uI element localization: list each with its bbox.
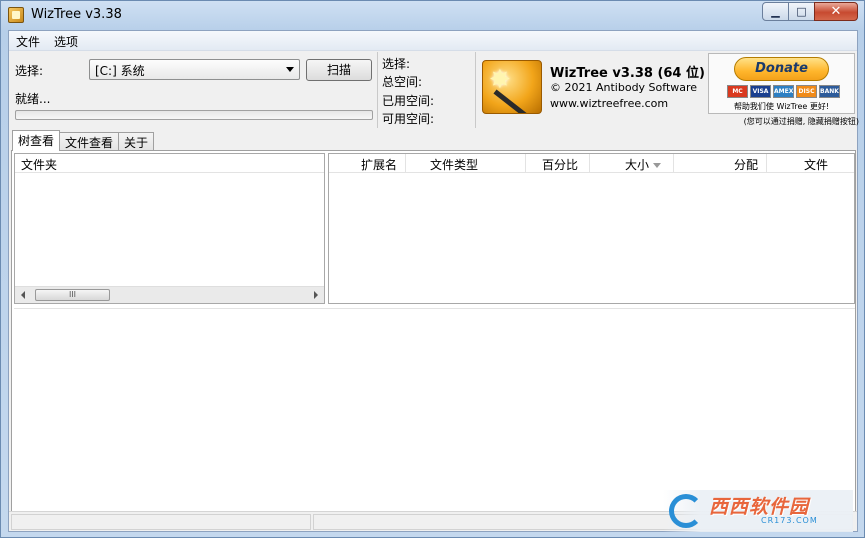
scan-button[interactable]: 扫描 [306,59,372,81]
column-folder[interactable]: 文件夹 [21,156,57,173]
donate-note: (您可以通过捐赠, 隐藏捐赠按钮) [743,117,859,126]
tab-tree-view[interactable]: 树查看 [12,130,61,151]
amex-icon: AMEX [773,85,794,98]
about-url[interactable]: www.wiztreefree.com [550,97,668,110]
divider [475,52,476,128]
info-free-label: 可用空间: [382,112,435,126]
caption-buttons: ▁ □ ✕ [762,2,858,21]
divider [377,52,378,128]
extension-list-header: 扩展名 文件类型 百分比 大小 分配 文件 [329,154,854,173]
column-file-type[interactable]: 文件类型 [430,156,478,173]
sort-descending-icon [653,163,662,168]
status-text: 就绪... [15,92,51,106]
column-divider[interactable] [589,154,590,173]
info-total-label: 总空间: [382,75,423,89]
folder-tree[interactable]: 文件夹 III [14,153,325,304]
visa-icon: VISA [750,85,771,98]
watermark: 西西软件园 CR173.COM [663,490,853,532]
column-divider[interactable] [673,154,674,173]
info-selected-label: 选择: [382,57,411,71]
minimize-button[interactable]: ▁ [762,2,789,21]
maximize-button[interactable]: □ [788,2,815,21]
donate-help-text: 帮助我们使 WizTree 更好! [733,102,830,111]
scroll-left-icon[interactable] [21,291,25,299]
column-divider[interactable] [766,154,767,173]
scroll-right-icon[interactable] [314,291,318,299]
close-button[interactable]: ✕ [814,2,858,21]
menu-file[interactable]: 文件 [16,33,40,50]
watermark-logo-icon [669,494,703,528]
tab-strip: 树查看 文件查看 关于 [12,130,155,151]
drive-select[interactable]: [C:] 系统 [89,59,300,80]
chevron-down-icon [286,67,294,72]
drive-select-value: [C:] 系统 [95,64,145,78]
scan-progress-bar [15,110,373,120]
column-divider[interactable] [525,154,526,173]
scroll-thumb[interactable]: III [35,289,110,301]
info-used-label: 已用空间: [382,94,435,108]
about-copyright: © 2021 Antibody Software [550,81,698,94]
column-percent[interactable]: 百分比 [542,156,578,173]
donate-button[interactable]: Donate [734,57,829,81]
window-title: WizTree v3.38 [31,7,122,22]
top-panel: 选择: [C:] 系统 扫描 就绪... 选择: 总空间: 已用空间: 可用空间… [9,52,859,128]
donate-panel: Donate MC VISA AMEX DISC BANK 帮助我们使 WizT… [708,53,855,114]
column-size-label: 大小 [625,158,650,172]
folder-tree-header: 文件夹 [15,154,324,173]
tab-file-view[interactable]: 文件查看 [59,132,120,151]
tree-view-panel: 文件夹 III 扩展名 文件类型 百分比 大小 分配 文件 [11,150,856,531]
drive-select-label: 选择: [15,64,44,78]
client-area: 文件 选项 选择: [C:] 系统 扫描 就绪... 选择: 总空间: 已用空间… [8,30,859,532]
discover-icon: DISC [796,85,817,98]
title-bar[interactable]: WizTree v3.38 ▁ □ ✕ [1,1,864,29]
column-size[interactable]: 大小 [625,156,662,173]
menu-bar: 文件 选项 [9,31,857,51]
column-allocated[interactable]: 分配 [734,156,758,173]
column-files[interactable]: 文件 [804,156,828,173]
watermark-brand: 西西软件园 [709,496,810,518]
payment-cards: MC VISA AMEX DISC BANK [727,85,840,98]
column-divider[interactable] [405,154,406,173]
wiztree-logo-icon: ✸ [482,60,542,114]
watermark-site: CR173.COM [761,516,818,525]
column-extension[interactable]: 扩展名 [361,156,397,173]
bank-icon: BANK [819,85,840,98]
treemap-area[interactable] [14,308,855,506]
app-icon [8,7,24,23]
mastercard-icon: MC [727,85,748,98]
extension-list[interactable]: 扩展名 文件类型 百分比 大小 分配 文件 [328,153,855,304]
app-window: WizTree v3.38 ▁ □ ✕ 文件 选项 选择: [C:] 系统 扫描… [0,0,865,538]
menu-options[interactable]: 选项 [54,33,78,50]
folder-tree-hscrollbar[interactable]: III [15,286,324,303]
tab-about[interactable]: 关于 [118,132,155,151]
about-app-name: WizTree v3.38 (64 位) [550,66,705,81]
wand-icon [493,89,532,113]
star-icon: ✸ [489,65,511,95]
status-segment [11,514,311,530]
